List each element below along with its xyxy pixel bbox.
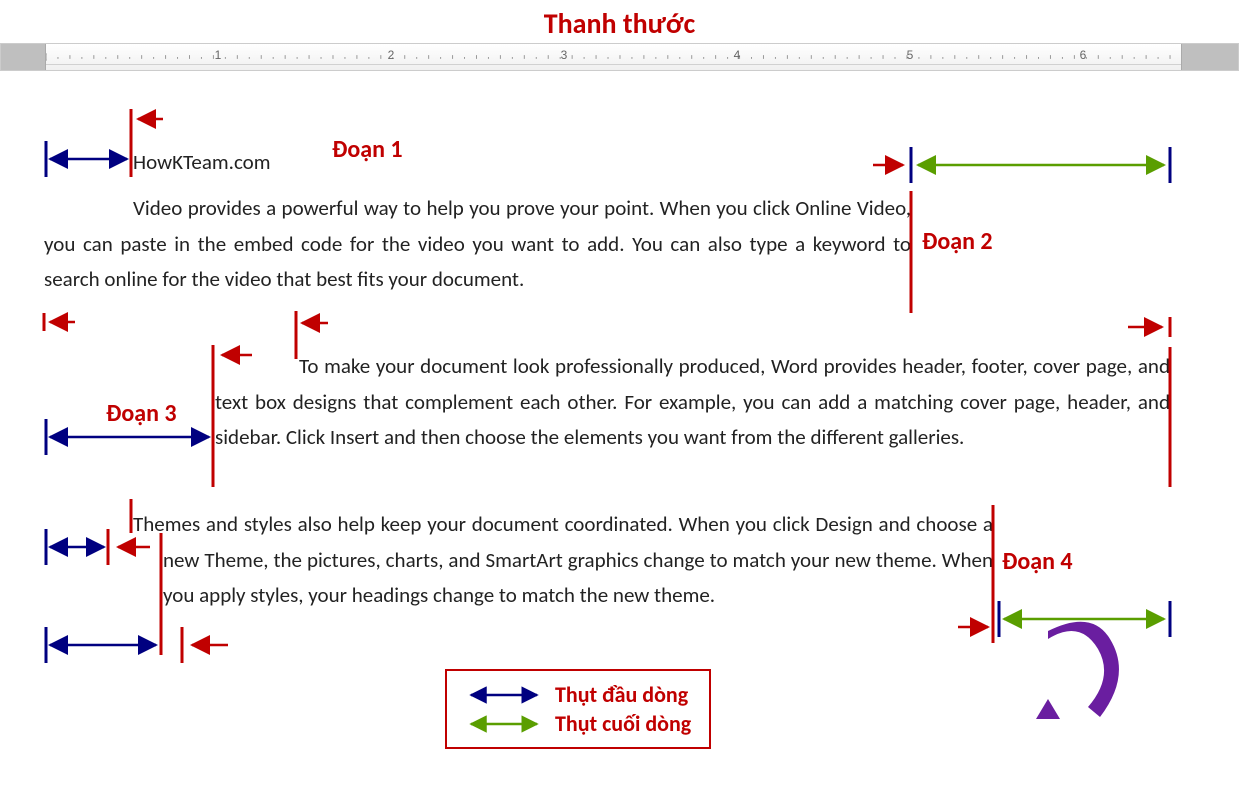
legend-indent-start: Thụt đầu dòng xyxy=(465,681,691,708)
watermark-logo xyxy=(1018,579,1128,725)
label-paragraph-2: Đoạn 2 xyxy=(922,227,993,256)
ruler-number: 4 xyxy=(734,48,741,62)
ruler-margin-right xyxy=(1182,44,1238,70)
ruler-number: 2 xyxy=(388,48,395,62)
paragraph-3-text: To make your document look professionall… xyxy=(215,349,1170,456)
label-paragraph-1: Đoạn 1 xyxy=(332,135,403,164)
ruler-number: 1 xyxy=(215,48,222,62)
legend-box: Thụt đầu dòng Thụt cuối dòng xyxy=(445,669,711,749)
page-title: Thanh thước xyxy=(0,0,1239,43)
legend-indent-start-label: Thụt đầu dòng xyxy=(555,681,688,708)
ruler[interactable]: 1 2 3 4 5 6 xyxy=(0,43,1239,71)
paragraph-2-text: Video provides a powerful way to help yo… xyxy=(44,191,911,298)
ruler-number: 6 xyxy=(1080,48,1087,62)
ruler-margin-left xyxy=(1,44,45,70)
legend-indent-end: Thụt cuối dòng xyxy=(465,710,691,737)
ruler-scale[interactable]: 1 2 3 4 5 6 xyxy=(45,44,1182,70)
paragraph-1-text: HowKTeam.com xyxy=(133,145,913,181)
ruler-number: 3 xyxy=(561,48,568,62)
label-paragraph-4: Đoạn 4 xyxy=(1002,547,1073,576)
paragraph-4-text: Themes and styles also help keep your do… xyxy=(163,507,993,614)
label-paragraph-3: Đoạn 3 xyxy=(106,399,177,428)
legend-indent-end-label: Thụt cuối dòng xyxy=(555,710,691,737)
ruler-number: 5 xyxy=(907,48,914,62)
